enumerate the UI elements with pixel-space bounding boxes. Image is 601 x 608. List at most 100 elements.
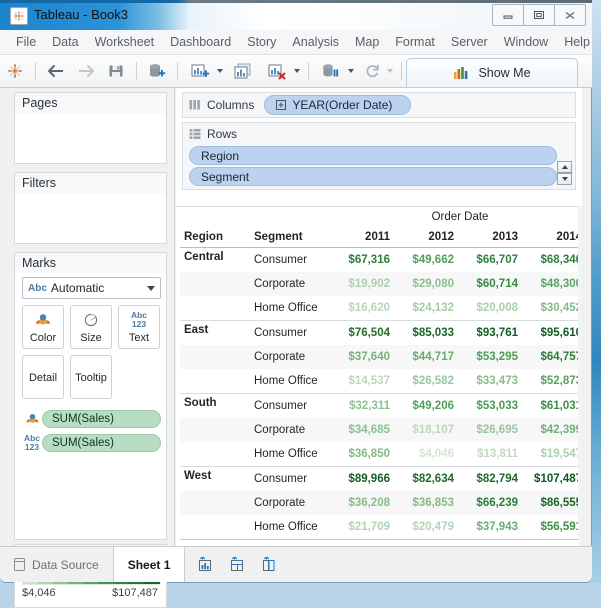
cell-region[interactable] — [180, 369, 250, 394]
cell-value-2012[interactable]: $20,479 — [396, 515, 460, 540]
back-arrow-icon[interactable] — [43, 58, 69, 84]
clear-sheet-icon[interactable] — [262, 58, 292, 84]
cell-segment[interactable]: Corporate — [250, 491, 332, 515]
menu-item-file[interactable]: File — [8, 32, 44, 52]
cell-value-2012[interactable]: $44,717 — [396, 345, 460, 369]
cell-value-2011[interactable]: $37,640 — [332, 345, 396, 369]
mark-type-dropdown[interactable]: Abc Automatic — [22, 277, 161, 299]
cell-value-2011[interactable]: $19,902 — [332, 272, 396, 296]
chevron-down-icon[interactable] — [215, 58, 224, 84]
chevron-down-icon[interactable] — [292, 58, 301, 84]
cell-value-2013[interactable]: $13,811 — [460, 442, 524, 467]
sort-group-icon[interactable] — [316, 58, 346, 84]
marks-text-pill[interactable]: Abc 123 SUM(Sales) — [22, 433, 161, 453]
cell-value-2012[interactable]: $18,107 — [396, 418, 460, 442]
cell-value-2011[interactable]: $32,311 — [332, 394, 396, 419]
cell-region[interactable] — [180, 296, 250, 321]
cell-value-2012[interactable]: $49,662 — [396, 248, 460, 273]
new-story-icon[interactable] — [259, 555, 279, 575]
cell-value-2013[interactable]: $20,008 — [460, 296, 524, 321]
marks-detail-button[interactable]: Detail — [22, 355, 64, 399]
cell-value-2012[interactable]: $29,080 — [396, 272, 460, 296]
cell-value-2014[interactable]: $61,031 — [524, 394, 582, 419]
marks-color-button[interactable]: Color — [22, 305, 64, 349]
cell-segment[interactable]: Home Office — [250, 515, 332, 540]
header-segment[interactable]: Segment — [250, 227, 332, 248]
cell-region[interactable]: East — [180, 321, 250, 346]
menu-item-story[interactable]: Story — [239, 32, 284, 52]
cell-value-2011[interactable]: $34,685 — [332, 418, 396, 442]
marks-text-button[interactable]: Abc 123 Text — [118, 305, 160, 349]
cell-segment[interactable]: Home Office — [250, 369, 332, 394]
table-row[interactable]: Corporate $37,640 $44,717 $53,295 $64,757 — [180, 345, 582, 369]
tab-data-source[interactable]: Data Source — [0, 547, 114, 582]
cell-segment[interactable]: Consumer — [250, 321, 332, 346]
rows-pill-segment[interactable]: Segment — [189, 167, 557, 186]
menu-item-analysis[interactable]: Analysis — [284, 32, 347, 52]
cell-value-2014[interactable]: $52,873 — [524, 369, 582, 394]
cell-segment[interactable]: Consumer — [250, 248, 332, 273]
cell-value-2014[interactable]: $30,452 — [524, 296, 582, 321]
cell-value-2014[interactable]: $64,757 — [524, 345, 582, 369]
menu-item-map[interactable]: Map — [347, 32, 387, 52]
cell-value-2012[interactable]: $36,853 — [396, 491, 460, 515]
cell-segment[interactable]: Corporate — [250, 272, 332, 296]
cell-value-2012[interactable]: $24,132 — [396, 296, 460, 321]
cell-value-2011[interactable]: $67,316 — [332, 248, 396, 273]
cell-value-2014[interactable]: $19,547 — [524, 442, 582, 467]
cell-value-2013[interactable]: $60,714 — [460, 272, 524, 296]
duplicate-sheet-icon[interactable] — [228, 58, 258, 84]
header-year-2012[interactable]: 2012 — [396, 227, 460, 248]
viz-vertical-scrollbar[interactable] — [578, 206, 582, 547]
cell-value-2012[interactable]: $49,206 — [396, 394, 460, 419]
cell-value-2011[interactable]: $76,504 — [332, 321, 396, 346]
cell-segment[interactable]: Corporate — [250, 345, 332, 369]
table-row[interactable]: Home Office $36,850 $4,046 $13,811 $19,547 — [180, 442, 582, 467]
maximize-icon[interactable] — [523, 4, 555, 26]
cell-value-2013[interactable]: $66,239 — [460, 491, 524, 515]
rows-shelf-spinner[interactable] — [557, 161, 572, 187]
menu-item-dashboard[interactable]: Dashboard — [162, 32, 239, 52]
cell-value-2011[interactable]: $89,966 — [332, 467, 396, 492]
tableau-home-icon[interactable] — [2, 58, 28, 84]
cell-value-2014[interactable]: $42,399 — [524, 418, 582, 442]
menu-item-server[interactable]: Server — [443, 32, 496, 52]
table-row[interactable]: South Consumer $32,311 $49,206 $53,033 $61,03… — [180, 394, 582, 419]
cell-region[interactable]: West — [180, 467, 250, 492]
cell-value-2014[interactable]: $68,346 — [524, 248, 582, 273]
table-row[interactable]: Corporate $36,208 $36,853 $66,239 $86,555 — [180, 491, 582, 515]
menu-item-window[interactable]: Window — [496, 32, 556, 52]
marks-color-pill[interactable]: SUM(Sales) — [22, 409, 161, 429]
cell-value-2013[interactable]: $66,707 — [460, 248, 524, 273]
menu-item-help[interactable]: Help — [556, 32, 598, 52]
cell-value-2013[interactable]: $53,033 — [460, 394, 524, 419]
marks-size-button[interactable]: Size — [70, 305, 112, 349]
cell-value-2013[interactable]: $93,761 — [460, 321, 524, 346]
table-row[interactable]: Home Office $21,709 $20,479 $37,943 $56,591 — [180, 515, 582, 540]
new-worksheet-icon[interactable] — [185, 58, 215, 84]
table-row[interactable]: East Consumer $76,504 $85,033 $93,761 $95,610 — [180, 321, 582, 346]
cell-value-2013[interactable]: $53,295 — [460, 345, 524, 369]
rows-pill-region[interactable]: Region — [189, 146, 557, 165]
minimize-icon[interactable] — [492, 4, 524, 26]
cell-value-2014[interactable]: $56,591 — [524, 515, 582, 540]
new-dashboard-icon[interactable] — [227, 555, 247, 575]
connect-new-data-source-icon[interactable] — [144, 58, 170, 84]
cell-region[interactable] — [180, 515, 250, 540]
menu-item-data[interactable]: Data — [44, 32, 86, 52]
menu-item-worksheet[interactable]: Worksheet — [87, 32, 163, 52]
cell-segment[interactable]: Home Office — [250, 296, 332, 321]
header-region[interactable]: Region — [180, 227, 250, 248]
cell-value-2014[interactable]: $95,610 — [524, 321, 582, 346]
header-year-2013[interactable]: 2013 — [460, 227, 524, 248]
cell-region[interactable]: South — [180, 394, 250, 419]
cell-value-2011[interactable]: $36,208 — [332, 491, 396, 515]
save-icon[interactable] — [103, 58, 129, 84]
chevron-down-icon[interactable] — [346, 58, 355, 84]
cell-region[interactable] — [180, 345, 250, 369]
marks-tooltip-button[interactable]: Tooltip — [70, 355, 112, 399]
cell-region[interactable] — [180, 418, 250, 442]
table-row[interactable]: Home Office $16,620 $24,132 $20,008 $30,452 — [180, 296, 582, 321]
cell-value-2014[interactable]: $86,555 — [524, 491, 582, 515]
cell-value-2012[interactable]: $4,046 — [396, 442, 460, 467]
